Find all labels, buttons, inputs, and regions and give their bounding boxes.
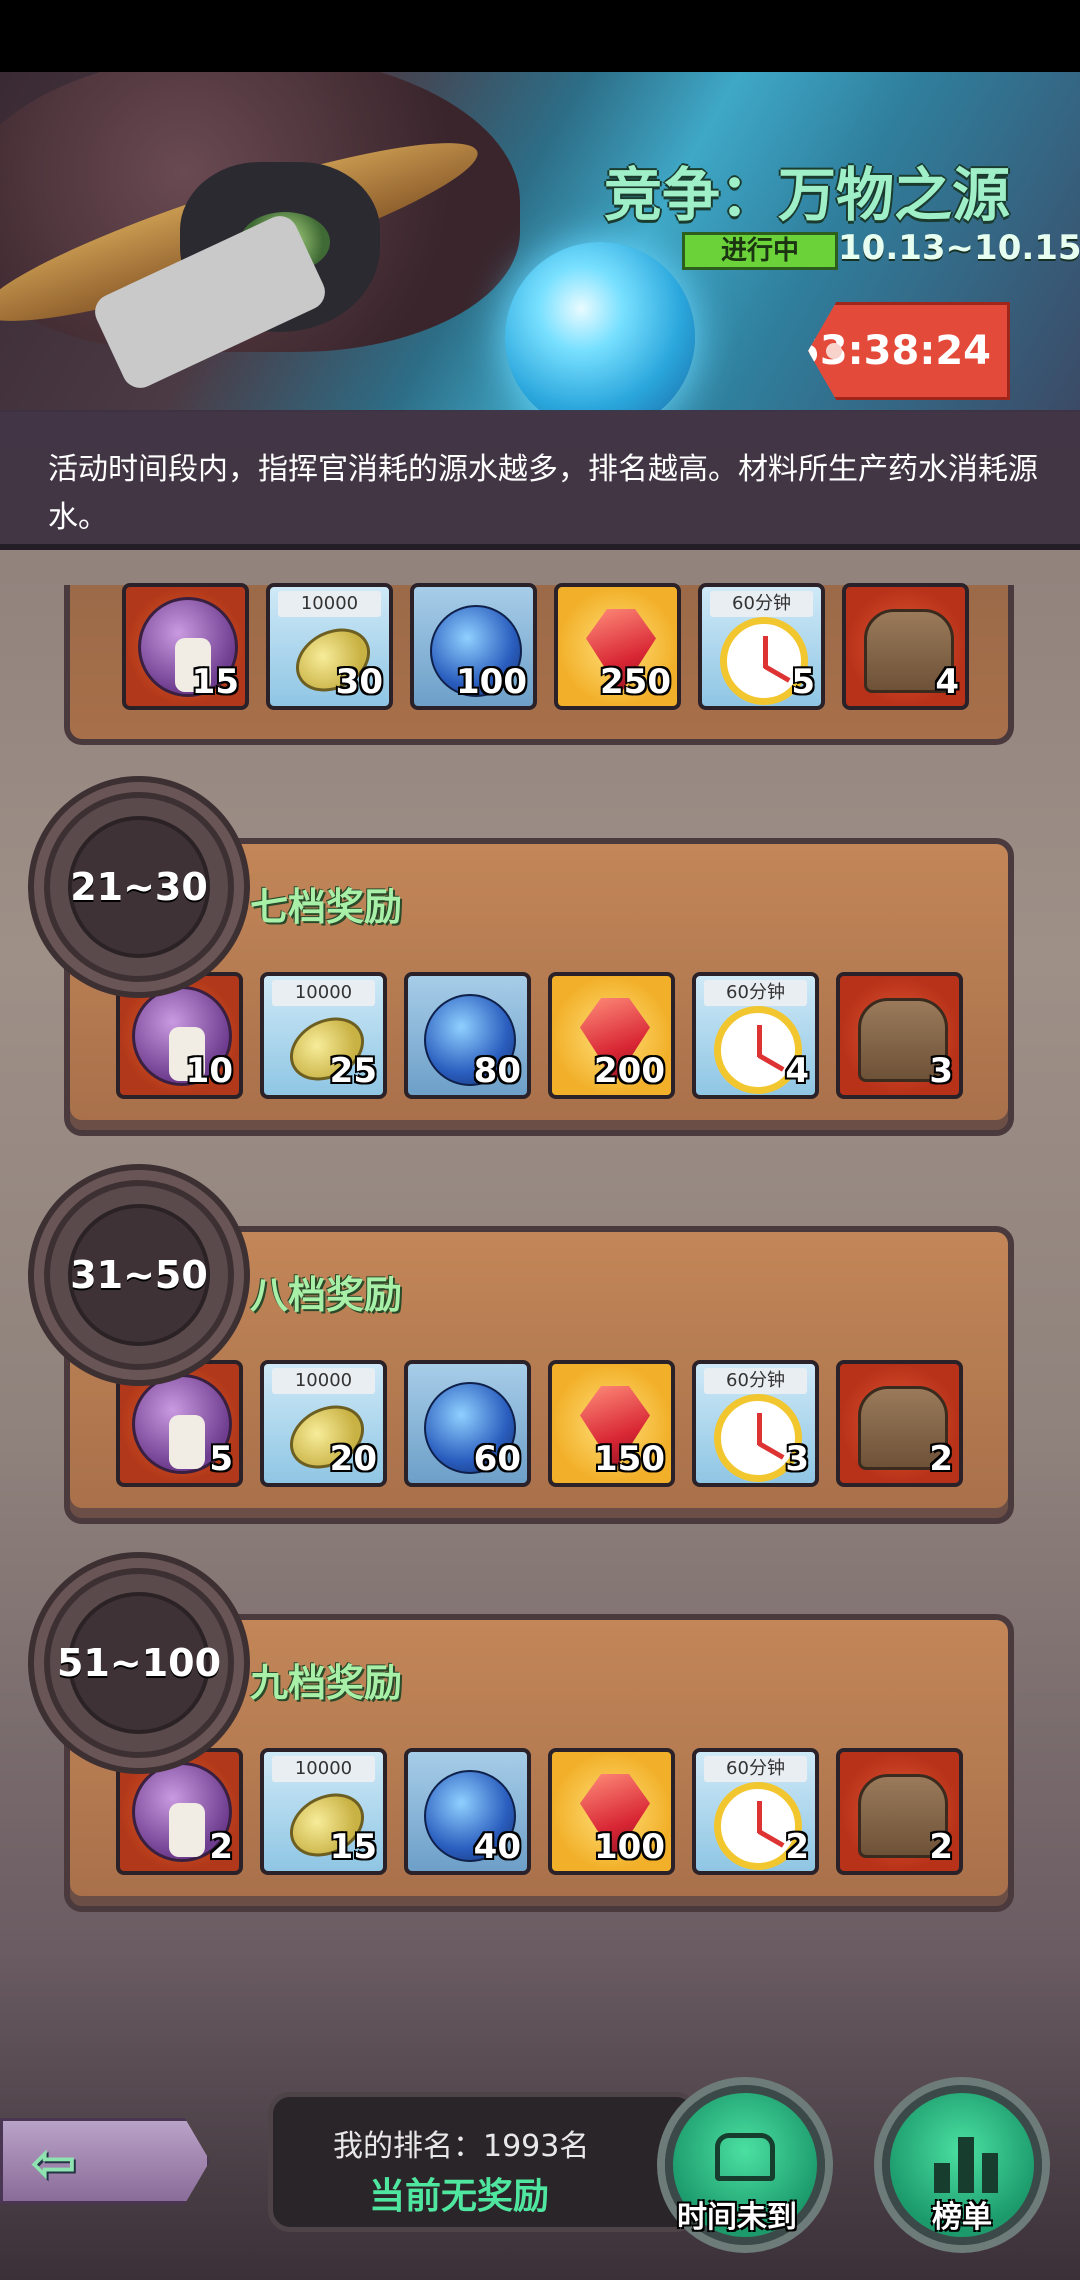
leaderboard-button-label[interactable]: 榜单 xyxy=(862,2192,1062,2236)
item-quantity: 10 xyxy=(185,1051,233,1091)
event-title: 竞争：万物之源 xyxy=(603,161,1010,229)
tier-title: 九档奖励 xyxy=(250,1661,403,1705)
rank-range-label: 21~30 xyxy=(68,816,210,958)
reward-row: 15 10000 30 100 250 60分钟 5 4 xyxy=(122,583,969,710)
reward-item[interactable]: 60分钟 2 xyxy=(692,1748,819,1875)
item-quantity: 3 xyxy=(785,1439,809,1479)
chest-icon xyxy=(715,2133,775,2181)
reward-item[interactable]: 10000 25 xyxy=(260,972,387,1099)
reward-row: 10 10000 25 80 200 60分钟 4 3 xyxy=(116,972,963,1099)
reward-item[interactable]: 80 xyxy=(404,972,531,1099)
item-quantity: 2 xyxy=(785,1827,809,1867)
reward-item[interactable]: 15 xyxy=(122,583,249,710)
item-caption: 60分钟 xyxy=(704,1756,807,1782)
reward-row: 2 10000 15 40 100 60分钟 2 2 xyxy=(116,1748,963,1875)
event-description: 活动时间段内，指挥官消耗的源水越多，排名越高。材料所生产药水消耗源水。 xyxy=(0,410,1080,550)
item-quantity: 15 xyxy=(191,662,239,702)
tag-hole-icon xyxy=(826,343,842,359)
item-quantity: 4 xyxy=(785,1051,809,1091)
my-rank-label: 我的排名：1993名 xyxy=(333,2129,590,2164)
item-quantity: 100 xyxy=(594,1827,665,1867)
item-caption: 10000 xyxy=(272,980,375,1006)
reward-status-text: 当前无奖励 xyxy=(369,2176,550,2217)
event-dates: 10.13~10.15 xyxy=(838,228,1080,268)
status-bar xyxy=(0,0,1080,72)
reward-item[interactable]: 3 xyxy=(836,972,963,1099)
rank-range-label: 31~50 xyxy=(68,1204,210,1346)
reward-item[interactable]: 10000 20 xyxy=(260,1360,387,1487)
reward-item[interactable]: 10 xyxy=(116,972,243,1099)
item-quantity: 2 xyxy=(209,1827,233,1867)
item-caption: 60分钟 xyxy=(710,591,813,617)
item-quantity: 25 xyxy=(329,1051,377,1091)
item-quantity: 60 xyxy=(473,1439,521,1479)
item-quantity: 40 xyxy=(473,1827,521,1867)
claim-button-label[interactable]: 时间未到 xyxy=(637,2192,837,2236)
item-quantity: 5 xyxy=(209,1439,233,1479)
crystal-orb-art xyxy=(505,242,695,412)
item-quantity: 3 xyxy=(929,1051,953,1091)
tier-title: 七档奖励 xyxy=(250,885,403,929)
back-arrow-icon[interactable]: ⇦ xyxy=(30,2136,77,2192)
reward-item[interactable]: 100 xyxy=(548,1748,675,1875)
reward-item[interactable]: 60分钟 5 xyxy=(698,583,825,710)
item-quantity: 80 xyxy=(473,1051,521,1091)
reward-item[interactable]: 10000 30 xyxy=(266,583,393,710)
item-quantity: 30 xyxy=(335,662,383,702)
item-caption: 10000 xyxy=(272,1756,375,1782)
item-quantity: 100 xyxy=(456,662,527,702)
reward-item[interactable]: 2 xyxy=(116,1748,243,1875)
reward-item[interactable]: 60分钟 3 xyxy=(692,1360,819,1487)
rank-range-gear: 21~30 xyxy=(44,792,234,982)
reward-item[interactable]: 2 xyxy=(836,1748,963,1875)
item-quantity: 5 xyxy=(791,662,815,702)
reward-item[interactable]: 5 xyxy=(116,1360,243,1487)
reward-panel-partial: 15 10000 30 100 250 60分钟 5 4 xyxy=(64,583,1014,745)
rank-range-gear: 31~50 xyxy=(44,1180,234,1370)
reward-row: 5 10000 20 60 150 60分钟 3 2 xyxy=(116,1360,963,1487)
reward-item[interactable]: 200 xyxy=(548,972,675,1099)
rank-range-label: 51~100 xyxy=(57,1592,221,1734)
reward-item[interactable]: 2 xyxy=(836,1360,963,1487)
reward-item[interactable]: 4 xyxy=(842,583,969,710)
reward-item[interactable]: 60分钟 4 xyxy=(692,972,819,1099)
reward-item[interactable]: 60 xyxy=(404,1360,531,1487)
item-quantity: 20 xyxy=(329,1439,377,1479)
reward-item[interactable]: 100 xyxy=(410,583,537,710)
tier-title: 八档奖励 xyxy=(250,1273,403,1317)
bar-chart-icon xyxy=(934,2129,998,2193)
item-quantity: 15 xyxy=(329,1827,377,1867)
item-caption: 10000 xyxy=(278,591,381,617)
item-quantity: 4 xyxy=(935,662,959,702)
reward-item[interactable]: 150 xyxy=(548,1360,675,1487)
status-badge: 进行中 xyxy=(682,232,838,270)
item-quantity: 2 xyxy=(929,1439,953,1479)
item-quantity: 2 xyxy=(929,1827,953,1867)
reward-item[interactable]: 250 xyxy=(554,583,681,710)
item-caption: 60分钟 xyxy=(704,1368,807,1394)
item-quantity: 150 xyxy=(594,1439,665,1479)
item-quantity: 200 xyxy=(594,1051,665,1091)
reward-item[interactable]: 10000 15 xyxy=(260,1748,387,1875)
item-caption: 10000 xyxy=(272,1368,375,1394)
rank-range-gear: 51~100 xyxy=(44,1568,234,1758)
my-rank-panel: 我的排名：1993名 当前无奖励 xyxy=(268,2092,698,2232)
item-caption: 60分钟 xyxy=(704,980,807,1006)
item-quantity: 250 xyxy=(600,662,671,702)
reward-item[interactable]: 40 xyxy=(404,1748,531,1875)
